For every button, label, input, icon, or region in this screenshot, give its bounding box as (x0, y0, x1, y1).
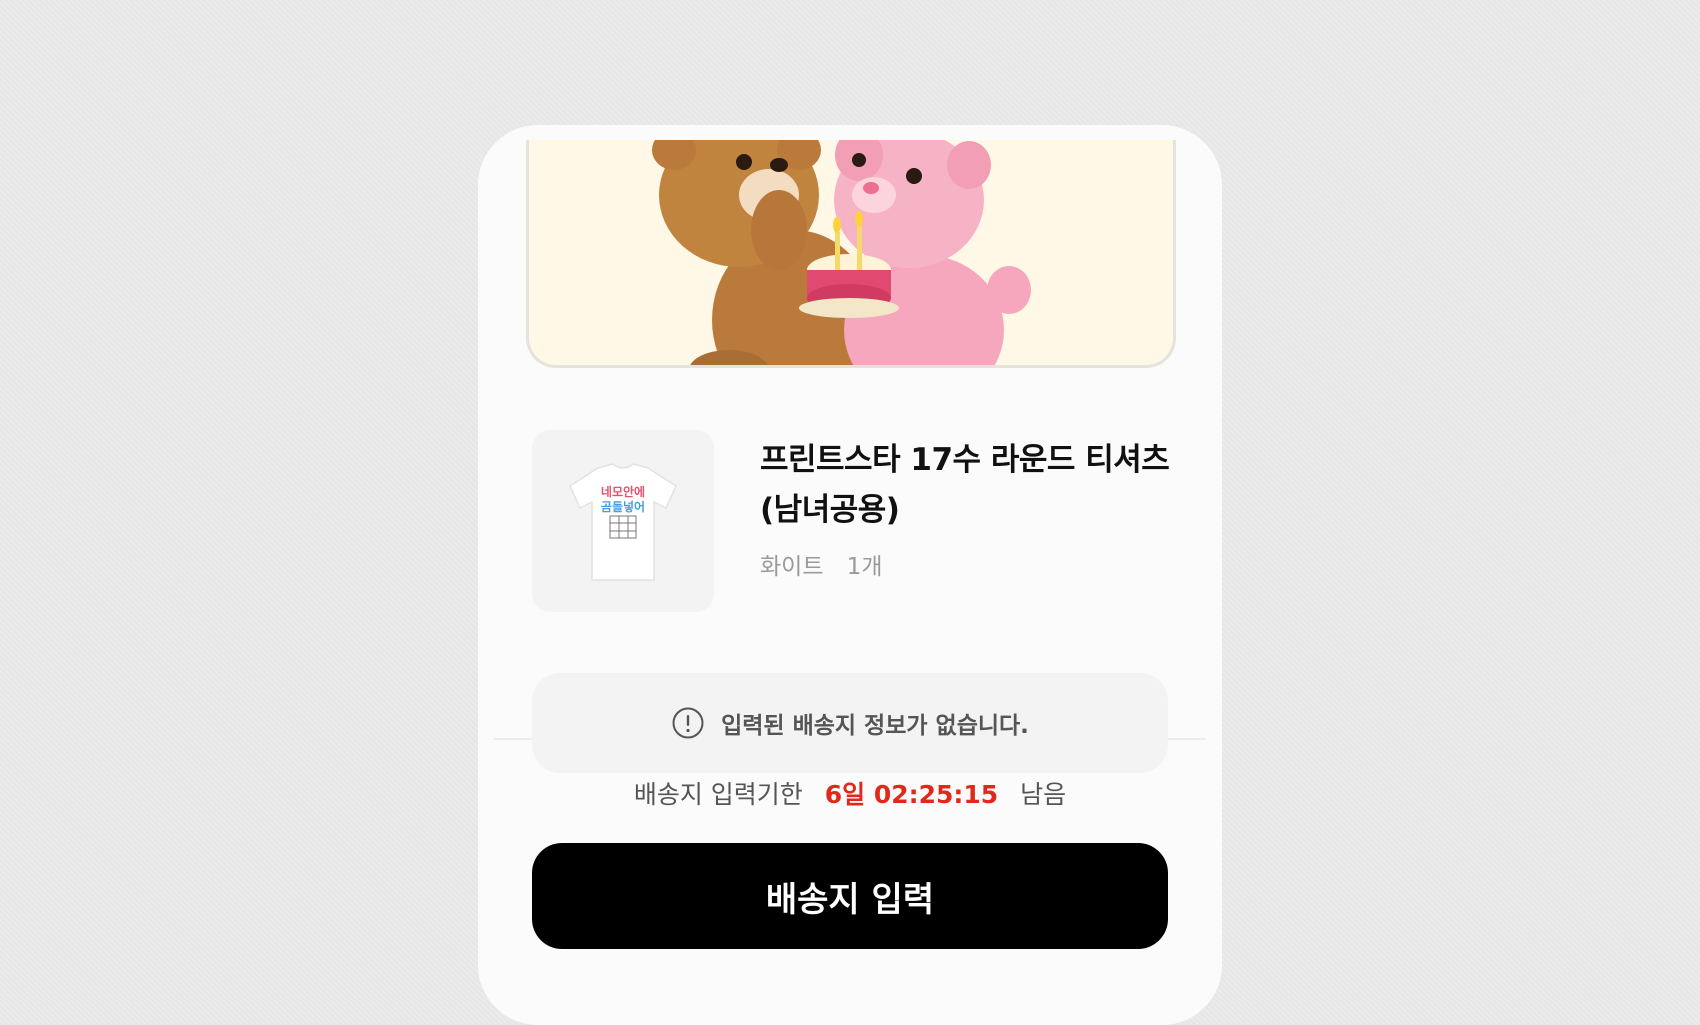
alert-circle-icon (672, 707, 704, 739)
product-options: 화이트 1개 (760, 547, 883, 581)
no-address-notice: 입력된 배송지 정보가 없습니다. (532, 673, 1168, 773)
product-thumbnail: 네모안에 곰돌넣어 (532, 430, 714, 612)
product-title: 프린트스타 17수 라운드 티셔츠(남녀공용) (760, 442, 1170, 528)
shirt-print-line1: 네모안에 (601, 484, 645, 499)
notice-text: 입력된 배송지 정보가 없습니다. (721, 713, 1029, 739)
product-quantity: 1개 (846, 554, 883, 580)
gift-card: 네모안에 곰돌넣어 프린트스타 17수 라운드 티셔츠(남녀공용) 화이트 1개… (478, 125, 1222, 1025)
shirt-print-line2: 곰돌넣어 (601, 499, 645, 514)
bears-illustration (652, 140, 1031, 365)
address-deadline: 배송지 입력기한 6일 02:25:15 남음 (478, 775, 1222, 811)
deadline-suffix: 남음 (1020, 780, 1067, 809)
gift-banner-image (526, 140, 1176, 368)
product-color: 화이트 (760, 554, 824, 580)
deadline-timer: 6일 02:25:15 (824, 780, 999, 809)
tshirt-image: 네모안에 곰돌넣어 (569, 463, 677, 581)
enter-address-button[interactable]: 배송지 입력 (532, 843, 1168, 949)
deadline-label: 배송지 입력기한 (633, 780, 803, 809)
